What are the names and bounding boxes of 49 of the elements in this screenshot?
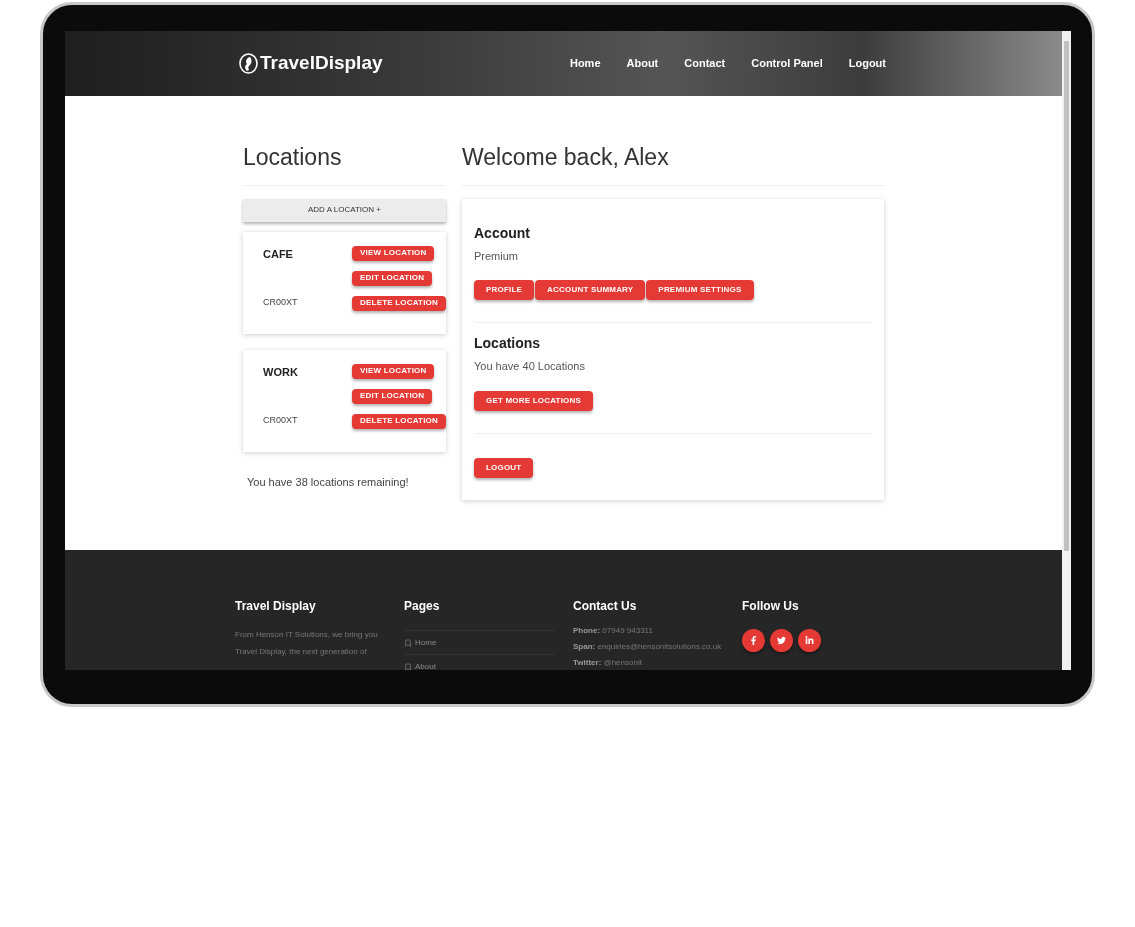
action-button[interactable]: PROFILE bbox=[474, 280, 535, 300]
location-code: CR00XT bbox=[263, 414, 299, 427]
section-heading: Account bbox=[474, 223, 531, 243]
action-button[interactable]: PREMIUM SETTINGS bbox=[646, 280, 754, 300]
location-action-button[interactable]: DELETE LOCATION bbox=[352, 413, 446, 429]
action-button[interactable]: LOGOUT bbox=[474, 457, 534, 478]
nav-link[interactable]: Control Panel bbox=[751, 55, 823, 72]
contact-text: Phone: 07949 943311 bbox=[573, 625, 654, 637]
location-action-button[interactable]: DELETE LOCATION bbox=[352, 295, 446, 311]
nav-link[interactable]: Home bbox=[569, 55, 601, 72]
section-heading: Locations bbox=[474, 334, 542, 353]
facebook-icon bbox=[749, 636, 758, 645]
location-action-button[interactable]: EDIT LOCATION bbox=[352, 270, 433, 286]
action-button[interactable]: GET MORE LOCATIONS bbox=[474, 390, 593, 411]
twitter-icon bbox=[777, 636, 786, 645]
social-link[interactable] bbox=[770, 629, 793, 652]
action-button[interactable]: ACCOUNT SUMMARY bbox=[535, 280, 646, 300]
location-action-button[interactable]: VIEW LOCATION bbox=[352, 363, 435, 379]
location-code: CR00XT bbox=[263, 296, 299, 309]
section-title: Locations bbox=[243, 140, 446, 186]
footer-link[interactable]: About bbox=[404, 655, 555, 670]
footer-text: Travel Display, the next generation of bbox=[235, 646, 368, 658]
linkedin-icon bbox=[805, 636, 814, 645]
footer-link[interactable]: Home bbox=[404, 631, 555, 655]
nav-link[interactable]: Logout bbox=[848, 55, 886, 72]
location-action-button[interactable]: VIEW LOCATION bbox=[352, 245, 435, 261]
nav-link[interactable]: Contact bbox=[684, 55, 726, 72]
section-text: You have 40 Locations bbox=[474, 359, 586, 374]
nav-link[interactable]: About bbox=[626, 55, 659, 72]
bookmark-icon bbox=[404, 638, 412, 647]
logo-text: TravelDisplay bbox=[260, 51, 383, 76]
social-link[interactable] bbox=[742, 629, 765, 652]
footer-heading: Travel Display bbox=[235, 598, 317, 615]
social-link[interactable] bbox=[798, 629, 821, 652]
footer-heading: Follow Us bbox=[742, 598, 800, 615]
add-location-button[interactable]: ADD A LOCATION + bbox=[243, 198, 446, 222]
contact-text: Twitter: @hensonit bbox=[573, 657, 643, 669]
footer-heading: Contact Us bbox=[573, 598, 638, 615]
footer-text: From Henson IT Solutions, we bring you bbox=[235, 629, 379, 641]
location-action-button[interactable]: EDIT LOCATION bbox=[352, 388, 433, 404]
logo-icon bbox=[239, 53, 258, 74]
remaining-text: You have 38 locations remaining! bbox=[246, 474, 410, 490]
welcome-title: Welcome back, Alex bbox=[462, 140, 884, 186]
bookmark-icon bbox=[404, 662, 412, 670]
section-text: Premium bbox=[474, 248, 519, 264]
footer-heading: Pages bbox=[404, 598, 441, 615]
location-name: WORK bbox=[263, 364, 299, 380]
location-name: CAFE bbox=[263, 246, 294, 262]
contact-text: Span: enquiries@hensonitsolutions.co.uk bbox=[573, 641, 723, 653]
